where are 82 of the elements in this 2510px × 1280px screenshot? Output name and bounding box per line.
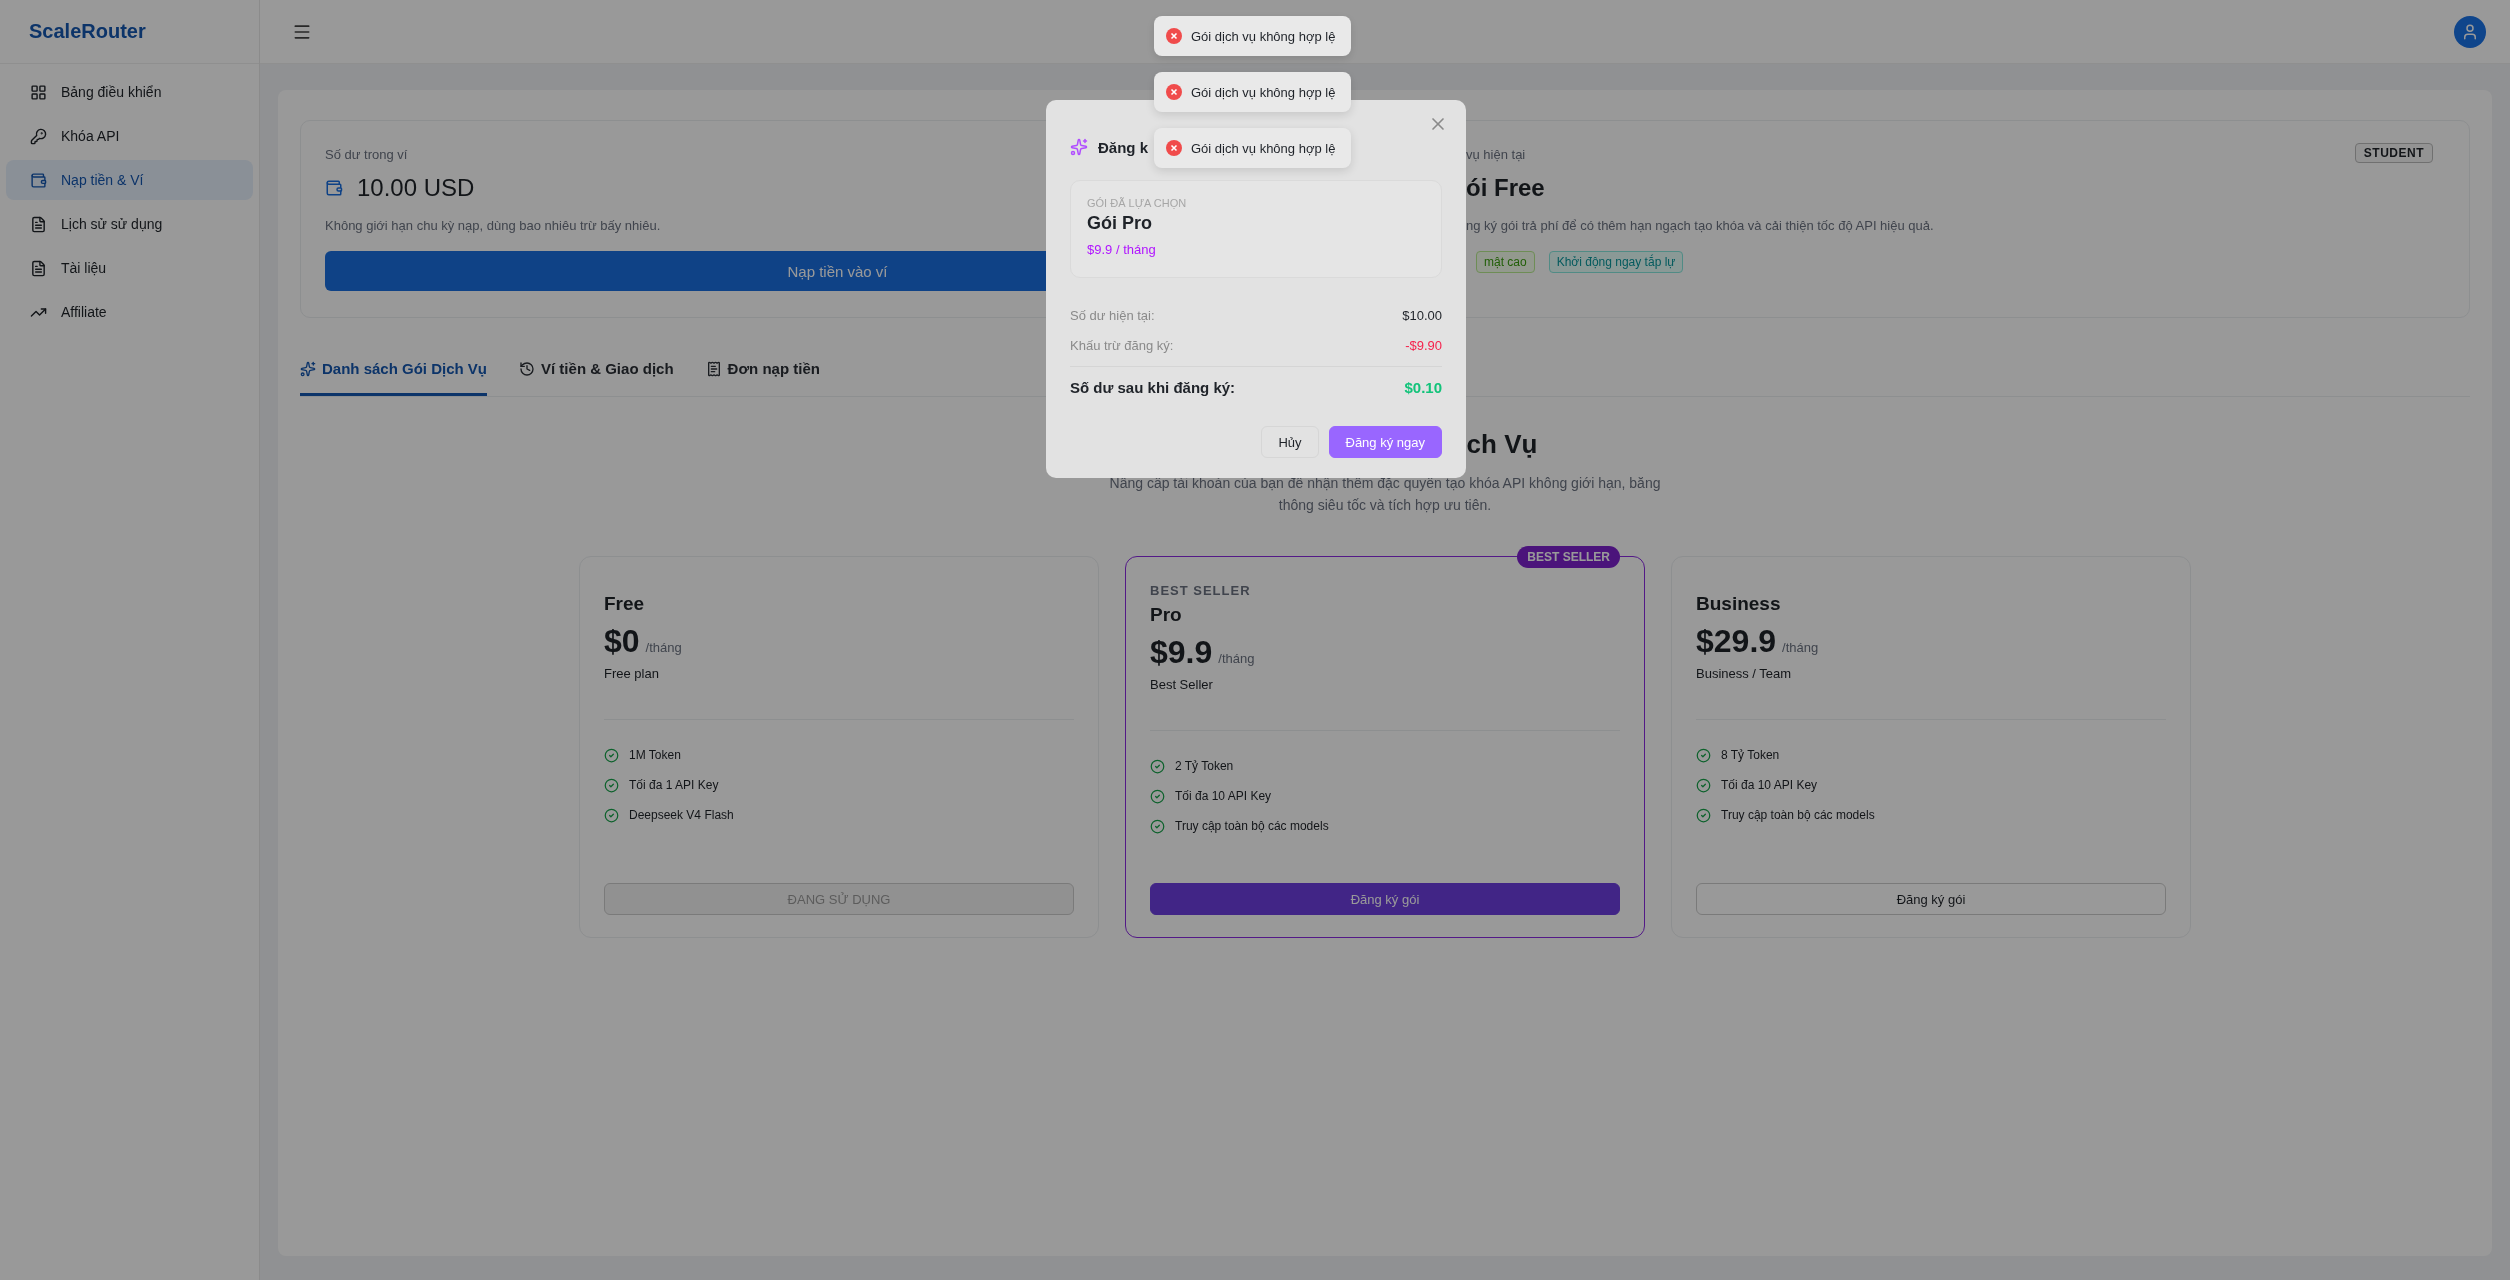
- tab[interactable]: Đơn nạp tiền: [705, 344, 820, 396]
- plan-name: Pro: [1150, 604, 1183, 626]
- feature-text: Tối đa 10 API Key: [1175, 789, 1272, 803]
- feature-tag: mật cao: [1476, 251, 1535, 273]
- summary-label: Khấu trừ đăng ký:: [1070, 337, 1174, 353]
- cancel-button[interactable]: Hủy: [1261, 426, 1319, 458]
- feature-text: 8 Tỷ Token: [1721, 748, 1780, 762]
- check-icon: [604, 807, 619, 823]
- selected-label: GÓI ĐÃ LỰA CHỌN: [1087, 197, 1188, 209]
- feature-text: Tối đa 1 API Key: [629, 778, 719, 792]
- price-period: /tháng: [645, 640, 682, 655]
- confirm-button[interactable]: Đăng ký ngay: [1328, 426, 1442, 458]
- summary-label: Số dư sau khi đăng ký:: [1070, 379, 1236, 396]
- check-icon: [604, 747, 619, 763]
- plan-description: Best Seller: [1150, 677, 1214, 692]
- plan-description: Business / Team: [1696, 666, 1793, 681]
- selected-plan-name: Gói Pro: [1087, 213, 1153, 234]
- card-note: Không giới hạn chu kỳ nạp, dùng bao nhiêu trừ bấy nhiêu.: [325, 218, 661, 233]
- tab[interactable]: Danh sách Gói Dịch Vụ: [300, 344, 488, 396]
- plan-price: $29.9: [1696, 623, 1777, 660]
- check-icon: [1696, 777, 1711, 793]
- feature-text: Deepseek V4 Flash: [629, 808, 734, 822]
- sparkles-icon: [1070, 138, 1088, 156]
- error-icon: [1166, 84, 1182, 100]
- price-period: /tháng: [1218, 651, 1255, 666]
- subscribe-button[interactable]: Đăng ký gói: [1150, 883, 1620, 915]
- error-icon: [1166, 28, 1182, 44]
- receipt-icon: [705, 360, 722, 377]
- dialog-title: Đăng k: [1098, 138, 1148, 156]
- price-period: /tháng: [1782, 640, 1819, 655]
- document-icon: [30, 259, 47, 277]
- sidebar-item[interactable]: Bảng điều khiển: [6, 72, 253, 112]
- avatar-icon[interactable]: [2454, 15, 2486, 48]
- plan-name: Free: [604, 593, 646, 615]
- app-logo[interactable]: ScaleRouter: [0, 0, 259, 64]
- plan-name: Business: [1696, 593, 1782, 615]
- check-icon: [1696, 747, 1711, 763]
- plan-price: $0: [604, 623, 640, 660]
- feature-text: 2 Tỷ Token: [1175, 759, 1234, 773]
- toast-message: Gói dịch vụ không hợp lệ: [1191, 140, 1336, 156]
- plan-title: ói Free: [1466, 174, 1546, 202]
- sidebar-item[interactable]: Affiliate: [6, 292, 253, 332]
- subscribe-button[interactable]: Đăng ký gói: [1696, 883, 2166, 915]
- check-icon: [1696, 807, 1711, 823]
- wallet-icon: [325, 179, 343, 197]
- history-icon: [519, 360, 536, 377]
- card-note: ng ký gói trả phí để có thêm hạn ngạch tạo khóa và cải thiện tốc độ API hiệu quả.: [1466, 218, 1934, 233]
- feature-text: Truy cập toàn bộ các models: [1721, 808, 1875, 822]
- sidebar-item[interactable]: Tài liệu: [6, 248, 253, 288]
- summary-label: Số dư hiện tại:: [1070, 307, 1155, 323]
- check-icon: [1150, 788, 1165, 804]
- feature-text: 1M Token: [629, 748, 681, 762]
- balance-amount: 10.00 USD: [357, 174, 475, 202]
- plan-badge: STUDENT: [2354, 143, 2433, 163]
- summary-value: $0.10: [1404, 379, 1442, 396]
- sidebar-item[interactable]: Khóa API: [6, 116, 253, 156]
- ribbon-badge: BEST SELLER: [1517, 546, 1620, 568]
- tab[interactable]: Ví tiền & Giao dịch: [519, 344, 674, 396]
- sparkles-icon: [300, 360, 316, 377]
- key-icon: [30, 127, 47, 145]
- wallet-icon: [30, 171, 47, 189]
- check-icon: [604, 777, 619, 793]
- plan-description: Free plan: [604, 666, 660, 681]
- sidebar-item[interactable]: Nạp tiền & Ví: [6, 160, 253, 200]
- card-label: vụ hiện tại: [1466, 147, 1526, 162]
- feature-tag: Khởi động ngay tắp lự: [1548, 251, 1684, 273]
- check-icon: [1150, 818, 1165, 834]
- sidebar-item[interactable]: Lịch sử sử dụng: [6, 204, 253, 244]
- summary-value: -$9.90: [1405, 337, 1442, 353]
- toast-message: Gói dịch vụ không hợp lệ: [1191, 28, 1336, 44]
- grid-icon: [30, 83, 47, 101]
- plan-eyebrow: BEST SELLER: [1150, 583, 1252, 598]
- check-icon: [1150, 758, 1165, 774]
- summary-value: $10.00: [1402, 307, 1442, 323]
- card-label: Số dư trong ví: [325, 147, 408, 162]
- plan-price: $9.9: [1150, 634, 1213, 671]
- document-icon: [30, 215, 47, 233]
- feature-text: Tối đa 10 API Key: [1721, 778, 1818, 792]
- section-title: ch Vụ: [1466, 429, 1538, 460]
- error-icon: [1166, 140, 1182, 156]
- feature-text: Truy cập toàn bộ các models: [1175, 819, 1329, 833]
- toast-message: Gói dịch vụ không hợp lệ: [1191, 84, 1336, 100]
